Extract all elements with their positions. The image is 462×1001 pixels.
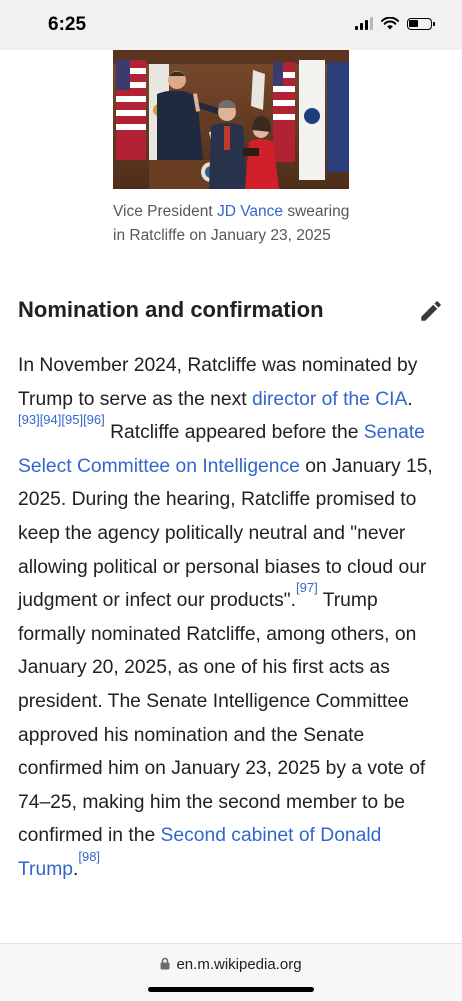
battery-icon [407,17,435,30]
address-bar[interactable]: en.m.wikipedia.org [0,956,462,973]
lock-icon [160,957,170,970]
status-time: 6:25 [48,14,87,35]
paragraph-text: on January 15, 2025. During the hearing,… [18,455,433,612]
cellular-signal-icon [355,17,373,30]
citation-95[interactable]: [95] [61,412,83,427]
url-text: en.m.wikipedia.org [176,956,302,973]
browser-bottom-bar: en.m.wikipedia.org [0,943,462,1001]
jd-vance-link[interactable]: JD Vance [217,203,283,220]
status-bar: 6:25 [0,0,462,50]
caption-prefix: Vice President [113,203,217,220]
section-paragraph: In November 2024, Ratcliffe was nominate… [18,349,446,887]
paragraph-text: . [407,388,413,410]
wifi-icon [381,17,399,30]
citation-97[interactable]: [97] [296,580,318,595]
home-indicator[interactable] [148,987,314,992]
paragraph-text: Trump formally nominated Ratcliffe, amon… [18,590,426,847]
status-icons [355,17,435,30]
citation-94[interactable]: [94] [40,412,62,427]
section-heading: Nomination and confirmation [18,297,324,322]
pencil-icon[interactable] [418,298,444,324]
director-of-cia-link[interactable]: director of the CIA [252,389,407,410]
paragraph-text: Ratcliffe appeared before the [104,422,364,444]
swearing-in-photo[interactable] [113,50,349,189]
citation-93[interactable]: [93] [18,412,40,427]
citation-98[interactable]: [98] [78,849,100,864]
citation-96[interactable]: [96] [83,412,105,427]
image-caption: Vice President JD Vance swearing in Ratc… [113,200,353,248]
